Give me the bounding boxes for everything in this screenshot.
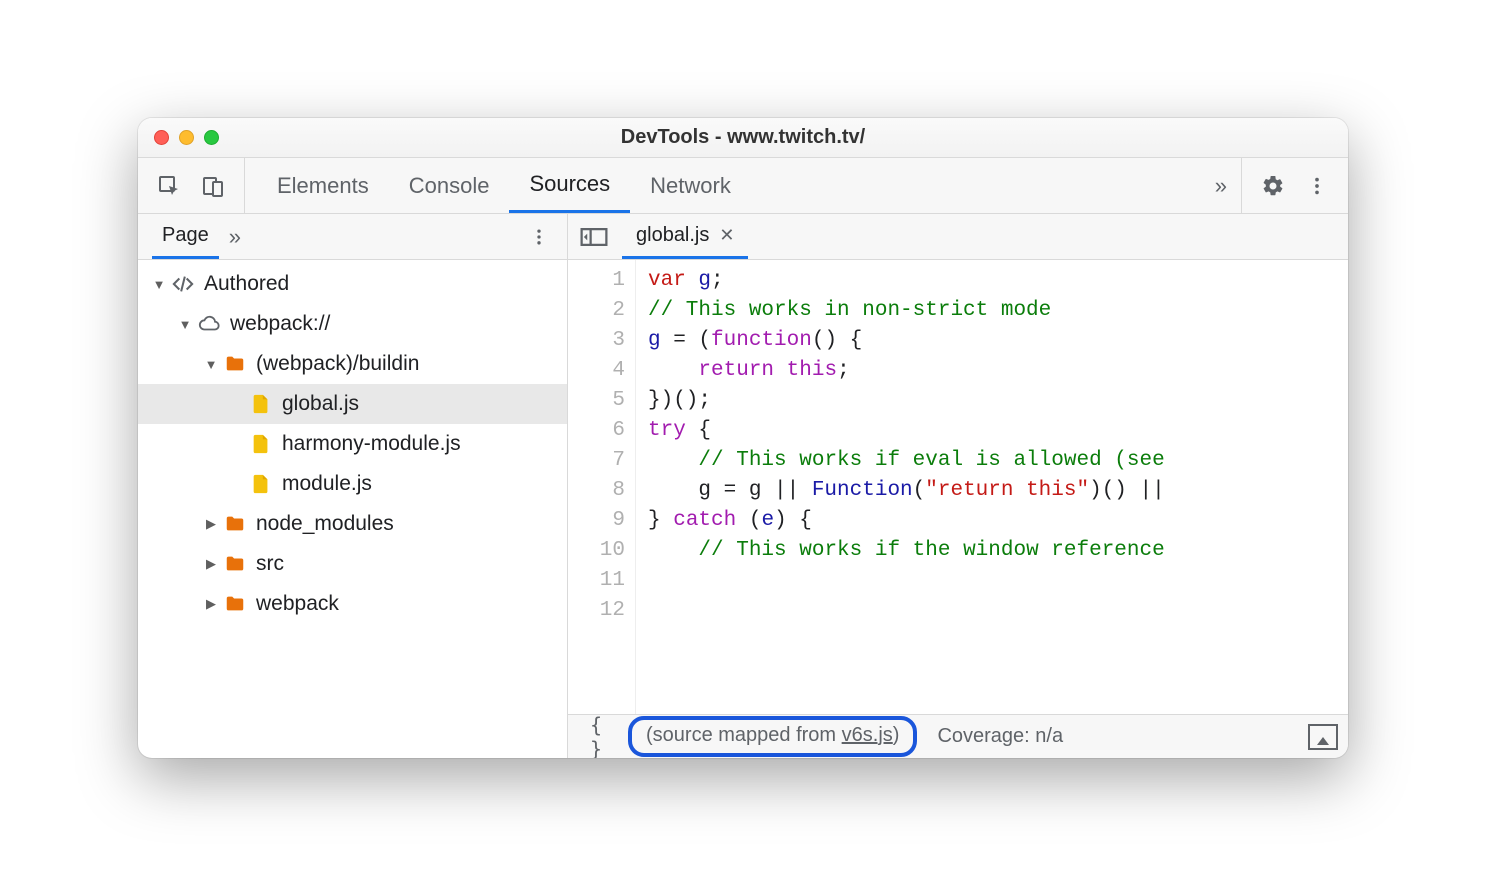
editor-status-bar: { } (source mapped from v6s.js) Coverage… <box>568 714 1348 758</box>
editor-pane: global.js ✕ 123456789101112 var g;// Thi… <box>568 214 1348 758</box>
tree-item-label: Authored <box>204 272 289 296</box>
panel-tab-sources[interactable]: Sources <box>509 158 630 213</box>
folder-icon <box>224 513 246 535</box>
file-tree-folder[interactable]: ▼ webpack:// <box>138 304 567 344</box>
coverage-label: Coverage: n/a <box>937 725 1063 748</box>
tree-item-label: src <box>256 552 284 576</box>
navigator-pane: Page » ▼ Authored ▼ webpack:// ▼ (webpack)/bu… <box>138 214 568 758</box>
source-map-link[interactable]: v6s.js <box>842 724 893 746</box>
toolbar-left-group <box>138 158 245 213</box>
file-tree-folder[interactable]: ▶ src <box>138 544 567 584</box>
main-toolbar: ElementsConsoleSourcesNetwork » <box>138 158 1348 214</box>
tree-item-label: node_modules <box>256 512 394 536</box>
code-icon <box>172 273 194 295</box>
window-controls <box>154 130 219 145</box>
more-panels-button[interactable]: » <box>1201 173 1241 199</box>
disclosure-triangle-icon[interactable]: ▼ <box>204 357 218 372</box>
tree-item-label: (webpack)/buildin <box>256 352 419 376</box>
file-tree-folder[interactable]: ▶ node_modules <box>138 504 567 544</box>
editor-file-tab[interactable]: global.js ✕ <box>622 214 748 259</box>
editor-file-tab-label: global.js <box>636 224 709 247</box>
code-content: var g;// This works in non-strict modeg … <box>636 260 1348 714</box>
tree-item-label: harmony-module.js <box>282 432 461 456</box>
minimize-window-button[interactable] <box>179 130 194 145</box>
folder-icon <box>224 553 246 575</box>
code-editor[interactable]: 123456789101112 var g;// This works in n… <box>568 260 1348 714</box>
titlebar: DevTools - www.twitch.tv/ <box>138 118 1348 158</box>
panel-tabs: ElementsConsoleSourcesNetwork <box>245 158 1201 213</box>
show-console-drawer-icon[interactable] <box>1308 724 1338 750</box>
file-tree-folder[interactable]: ▶ webpack <box>138 584 567 624</box>
folder-icon <box>224 593 246 615</box>
disclosure-triangle-icon[interactable]: ▶ <box>204 556 218 572</box>
source-mapped-badge: (source mapped from v6s.js) <box>628 716 917 757</box>
inspect-element-icon[interactable] <box>156 173 182 199</box>
file-tree-folder[interactable]: ▼ (webpack)/buildin <box>138 344 567 384</box>
disclosure-triangle-icon[interactable]: ▶ <box>204 596 218 612</box>
file-icon <box>250 473 272 495</box>
navigator-tabs: Page » <box>138 214 567 260</box>
tree-item-label: global.js <box>282 392 359 416</box>
file-tree-file[interactable]: module.js <box>138 464 567 504</box>
navigator-more-tabs[interactable]: » <box>219 224 251 250</box>
file-tree-file[interactable]: harmony-module.js <box>138 424 567 464</box>
kebab-menu-icon[interactable] <box>1304 173 1330 199</box>
file-tree: ▼ Authored ▼ webpack:// ▼ (webpack)/buildin gl… <box>138 260 567 758</box>
device-toolbar-icon[interactable] <box>200 173 226 199</box>
tree-item-label: webpack <box>256 592 339 616</box>
close-window-button[interactable] <box>154 130 169 145</box>
disclosure-triangle-icon[interactable]: ▼ <box>152 277 166 292</box>
toolbar-right-group <box>1241 158 1348 213</box>
file-tree-folder[interactable]: ▼ Authored <box>138 264 567 304</box>
file-icon <box>250 393 272 415</box>
close-tab-icon[interactable]: ✕ <box>719 225 734 246</box>
file-icon <box>250 433 272 455</box>
panel-tab-console[interactable]: Console <box>389 158 510 213</box>
tree-item-label: module.js <box>282 472 372 496</box>
devtools-window: DevTools - www.twitch.tv/ ElementsConsol… <box>138 118 1348 758</box>
file-tree-file[interactable]: global.js <box>138 384 567 424</box>
cloud-icon <box>198 313 220 335</box>
settings-gear-icon[interactable] <box>1260 173 1286 199</box>
window-title: DevTools - www.twitch.tv/ <box>138 126 1348 149</box>
editor-tabstrip: global.js ✕ <box>568 214 1348 260</box>
navigator-tab-page[interactable]: Page <box>152 214 219 259</box>
navigator-kebab-icon[interactable] <box>529 227 559 247</box>
disclosure-triangle-icon[interactable]: ▼ <box>178 317 192 332</box>
panel-tab-network[interactable]: Network <box>630 158 751 213</box>
pretty-print-button[interactable]: { } <box>578 713 614 759</box>
line-number-gutter: 123456789101112 <box>568 260 636 714</box>
toggle-navigator-icon[interactable] <box>576 222 612 252</box>
panel-tab-elements[interactable]: Elements <box>257 158 389 213</box>
workspace: Page » ▼ Authored ▼ webpack:// ▼ (webpack)/bu… <box>138 214 1348 758</box>
tree-item-label: webpack:// <box>230 312 330 336</box>
zoom-window-button[interactable] <box>204 130 219 145</box>
disclosure-triangle-icon[interactable]: ▶ <box>204 516 218 532</box>
folder-icon <box>224 353 246 375</box>
